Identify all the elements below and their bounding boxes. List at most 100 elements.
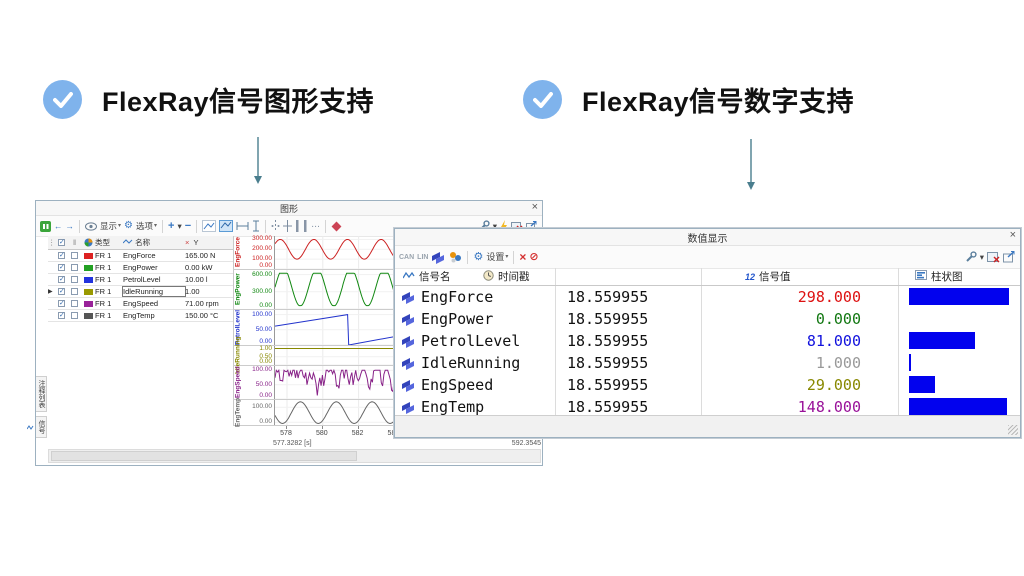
secondary-checkbox[interactable] <box>71 264 78 271</box>
chart-stacked-axes-button[interactable] <box>219 220 233 232</box>
signal-type: FR 1 <box>95 275 123 284</box>
side-tab-annotation[interactable]: 注释列表 <box>36 376 47 412</box>
zoom-out-button[interactable]: − <box>185 221 191 232</box>
signal-name: EngForce <box>123 251 185 260</box>
measurement-running-icon[interactable] <box>40 221 51 232</box>
stop-icon[interactable]: ⊘ <box>529 252 538 263</box>
visible-checkbox[interactable] <box>58 300 65 307</box>
col-name: 名称 <box>123 237 185 248</box>
row-marker: ▶ <box>48 288 55 295</box>
scrollbar-thumb[interactable] <box>51 451 357 461</box>
num-col-timestamp[interactable]: 时间戳 <box>483 269 530 284</box>
visible-checkbox[interactable] <box>58 252 65 259</box>
zoom-dropdown[interactable]: ▾ <box>177 222 181 231</box>
numeric-row-EngPower[interactable]: EngPower 18.559955 0.000 <box>395 308 1020 330</box>
gear-icon[interactable]: ⚙ <box>124 221 133 231</box>
zoom-in-button[interactable]: + <box>168 221 174 232</box>
wave-icon <box>403 271 415 283</box>
pause-icon: ‖ <box>68 238 81 247</box>
legend-row-EngPower[interactable]: FR 1 EngPower 0.00 kW <box>48 262 233 274</box>
visible-checkbox[interactable] <box>58 264 65 271</box>
fit-height-icon[interactable] <box>252 220 260 232</box>
cursor-right-icon[interactable] <box>303 220 308 232</box>
numeric-row-IdleRunning[interactable]: IdleRunning 18.559955 1.000 <box>395 352 1020 374</box>
y-tick-label: 50.00 <box>242 382 272 388</box>
legend-row-PetrolLevel[interactable]: FR 1 PetrolLevel 10.00 l <box>48 274 233 286</box>
timestamp: 18.559955 <box>567 332 648 350</box>
num-col-signal-value[interactable]: 12信号值 <box>745 269 791 284</box>
can-filter-button[interactable]: CAN <box>399 254 414 261</box>
secondary-checkbox[interactable] <box>71 252 78 259</box>
signal-name: IdleRunning <box>421 354 520 372</box>
lin-filter-button[interactable]: LIN <box>417 254 428 261</box>
forward-button[interactable]: → <box>66 222 75 231</box>
gear-icon[interactable]: ⚙ <box>473 252 483 263</box>
color-swatch <box>84 265 93 271</box>
wrench-icon[interactable] <box>965 251 977 263</box>
y-tick-label: 300.00 <box>242 289 272 295</box>
numeric-row-EngSpeed[interactable]: EngSpeed 18.559955 29.000 <box>395 374 1020 396</box>
options-dropdown[interactable]: 选项▾ <box>136 222 157 231</box>
cursor-cross-icon[interactable] <box>283 220 292 232</box>
feature-graphics: FlexRay信号图形支持 <box>43 80 374 119</box>
numeric-row-PetrolLevel[interactable]: PetrolLevel 18.559955 81.000 <box>395 330 1020 352</box>
numeric-row-EngForce[interactable]: EngForce 18.559955 298.000 <box>395 286 1020 308</box>
signal-type: FR 1 <box>95 311 123 320</box>
flexray-filter-icon[interactable] <box>431 251 446 264</box>
graphics-titlebar[interactable]: 图形 × <box>36 201 542 216</box>
signal-sources-icon[interactable] <box>449 251 462 263</box>
side-tab-signal-wave[interactable]: 信号 <box>36 416 47 438</box>
time-start-label: 577.3282 [s] <box>273 440 312 447</box>
signal-value: 1.000 <box>701 354 861 372</box>
select-all-checkbox[interactable] <box>58 239 65 246</box>
down-arrow-icon <box>743 137 759 191</box>
close-icon[interactable]: × <box>532 201 538 214</box>
secondary-checkbox[interactable] <box>71 276 78 283</box>
horizontal-scrollbar[interactable] <box>48 449 541 463</box>
eye-icon[interactable] <box>85 222 97 231</box>
back-button[interactable]: ← <box>54 222 63 231</box>
y-tick-label: 0.00 <box>242 419 272 425</box>
close-icon[interactable]: × <box>1010 229 1016 242</box>
num-col-signal-name[interactable]: 信号名 <box>403 269 451 284</box>
eraser-icon[interactable] <box>331 221 342 232</box>
cursor-dashed-icon[interactable] <box>271 220 280 232</box>
visible-checkbox[interactable] <box>58 288 65 295</box>
y-tick-label: 100.00 <box>242 312 272 318</box>
cursor-left-icon[interactable] <box>295 220 300 232</box>
secondary-checkbox[interactable] <box>71 300 78 307</box>
remove-window-icon[interactable] <box>987 251 1000 263</box>
legend-header: ⋮ ‖ 类型 名称 × Y <box>48 236 233 250</box>
numeric-window: 数值显示 × CAN LIN ⚙ 设置▾ × ⊘ ▾ 信号名 时间戳 12信号值 柱状… <box>394 228 1021 438</box>
wrench-dropdown[interactable]: ▾ <box>980 253 984 262</box>
y-tick-label: 300.00 <box>242 236 272 242</box>
signal-name: IdleRunning <box>123 287 185 296</box>
legend-row-EngTemp[interactable]: FR 1 EngTemp 150.00 °C <box>48 310 233 322</box>
chart-single-axis-button[interactable] <box>202 220 216 232</box>
signal-value: 0.000 <box>701 310 861 328</box>
y-tick-label: 100.00 <box>242 367 272 373</box>
display-dropdown[interactable]: 显示▾ <box>100 222 121 231</box>
legend-row-IdleRunning[interactable]: ▶ FR 1 IdleRunning 1.00 <box>48 286 233 298</box>
timestamp: 18.559955 <box>567 310 648 328</box>
color-swatch <box>84 277 93 283</box>
clear-icon[interactable]: × <box>519 251 526 263</box>
secondary-checkbox[interactable] <box>71 288 78 295</box>
num-col-bar-chart[interactable]: 柱状图 <box>915 269 963 284</box>
fit-width-icon[interactable] <box>236 221 249 231</box>
visible-checkbox[interactable] <box>58 312 65 319</box>
color-swatch <box>84 301 93 307</box>
signal-name: EngSpeed <box>421 376 493 394</box>
signal-value: 81.000 <box>701 332 861 350</box>
value-bar <box>909 354 911 371</box>
legend-row-EngForce[interactable]: FR 1 EngForce 165.00 N <box>48 250 233 262</box>
numeric-titlebar[interactable]: 数值显示 × <box>395 229 1020 246</box>
settings-dropdown[interactable]: 设置▾ <box>486 253 508 262</box>
resize-grip-icon[interactable] <box>1008 425 1018 435</box>
undock-window-icon[interactable] <box>1003 251 1016 263</box>
more-cursors-icon[interactable]: ⋯ <box>311 222 320 231</box>
secondary-checkbox[interactable] <box>71 312 78 319</box>
visible-checkbox[interactable] <box>58 276 65 283</box>
window-title: 数值显示 <box>688 230 728 245</box>
legend-row-EngSpeed[interactable]: FR 1 EngSpeed 71.00 rpm <box>48 298 233 310</box>
